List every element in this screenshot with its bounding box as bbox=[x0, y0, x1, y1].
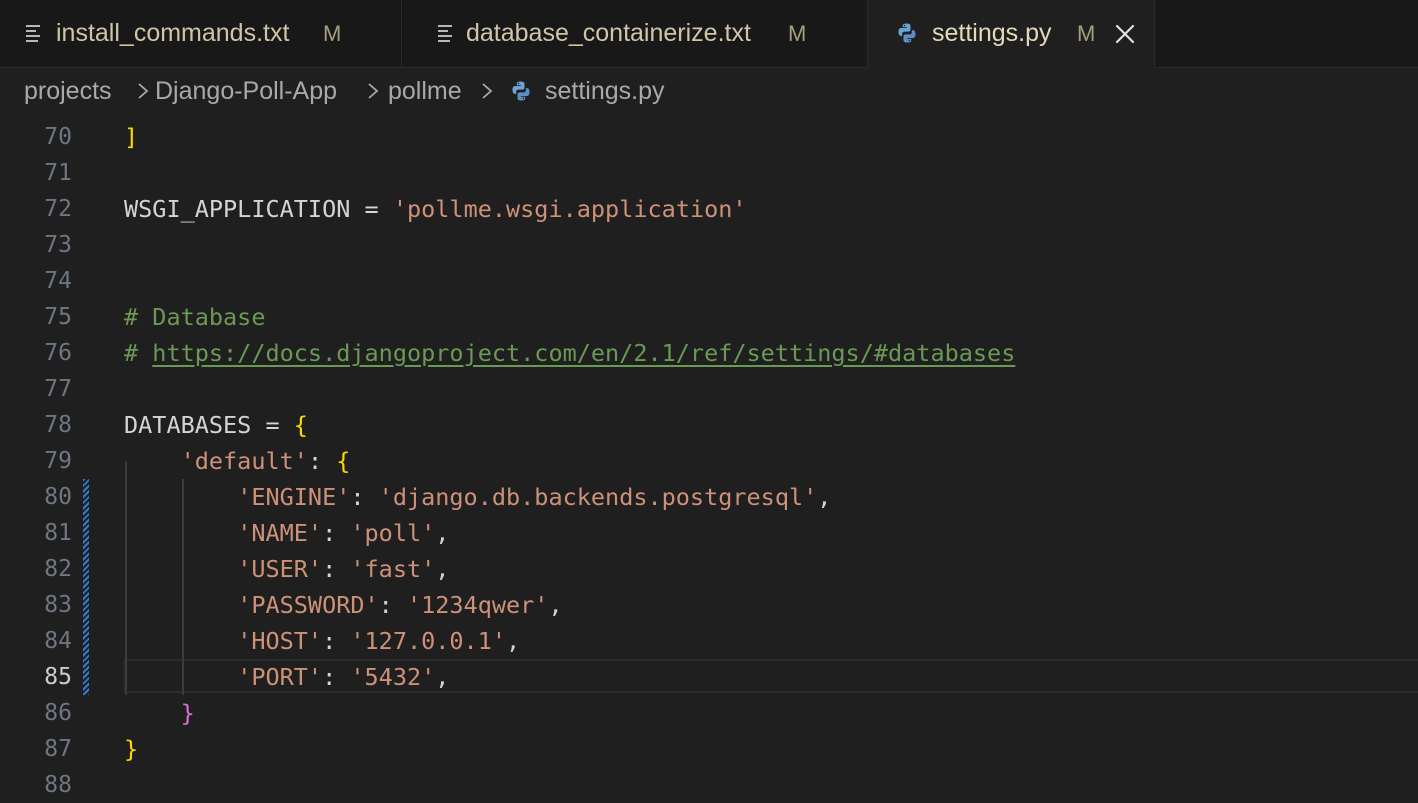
code-line[interactable]: 81 'NAME': 'poll', bbox=[0, 515, 1418, 551]
code-line[interactable]: 77 bbox=[0, 371, 1418, 407]
code-line[interactable]: 82 'USER': 'fast', bbox=[0, 551, 1418, 587]
code-line[interactable]: 87} bbox=[0, 731, 1418, 767]
line-number: 71 bbox=[44, 160, 72, 186]
line-code: 'NAME': 'poll', bbox=[237, 519, 450, 547]
tab-label: database_containerize.txt bbox=[466, 19, 751, 47]
line-number: 87 bbox=[44, 736, 72, 762]
line-number: 75 bbox=[44, 304, 72, 330]
tab-bar: install_commands.txt M database_containe… bbox=[0, 0, 1418, 68]
tab-database-containerize[interactable]: database_containerize.txt M bbox=[402, 0, 868, 67]
tab-label: settings.py bbox=[932, 19, 1052, 47]
text-file-icon bbox=[436, 22, 458, 44]
code-line[interactable]: 79 'default': { bbox=[0, 443, 1418, 479]
modified-indicator: M bbox=[323, 21, 342, 46]
line-number: 88 bbox=[44, 772, 72, 798]
line-code: 'HOST': '127.0.0.1', bbox=[237, 627, 521, 655]
python-file-icon bbox=[512, 81, 530, 101]
breadcrumb-settings-py[interactable]: settings.py bbox=[545, 68, 665, 114]
code-line[interactable]: 86 } bbox=[0, 695, 1418, 731]
code-line[interactable]: 88 bbox=[0, 767, 1418, 803]
breadcrumb-projects[interactable]: projects bbox=[24, 68, 112, 114]
line-number: 77 bbox=[44, 376, 72, 402]
line-number: 76 bbox=[44, 340, 72, 366]
code-line[interactable]: 70] bbox=[0, 119, 1418, 155]
chevron-right-icon bbox=[482, 83, 493, 99]
modified-indicator: M bbox=[788, 21, 807, 46]
line-code: DATABASES = { bbox=[124, 411, 308, 439]
line-number: 86 bbox=[44, 700, 72, 726]
line-code: 'PORT': '5432', bbox=[237, 663, 450, 691]
line-number: 80 bbox=[44, 484, 72, 510]
code-line[interactable]: 75 # Database bbox=[0, 299, 1418, 335]
line-number: 85 bbox=[44, 664, 72, 690]
line-code: # https://docs.djangoproject.com/en/2.1/… bbox=[124, 339, 1016, 367]
code-line[interactable]: 78 DATABASES = { bbox=[0, 407, 1418, 443]
code-line[interactable]: 80 'ENGINE': 'django.db.backends.postgre… bbox=[0, 479, 1418, 515]
code-line[interactable]: 85 'PORT': '5432', bbox=[0, 659, 1418, 695]
line-code: 'USER': 'fast', bbox=[237, 555, 450, 583]
code-line[interactable]: 73 bbox=[0, 227, 1418, 263]
line-number: 74 bbox=[44, 268, 72, 294]
text-file-icon bbox=[24, 22, 46, 44]
line-code: } bbox=[124, 735, 139, 763]
code-line[interactable]: 84 'HOST': '127.0.0.1', bbox=[0, 623, 1418, 659]
line-number: 70 bbox=[44, 124, 72, 150]
line-number: 81 bbox=[44, 520, 72, 546]
tab-install-commands[interactable]: install_commands.txt M bbox=[0, 0, 402, 67]
line-number: 83 bbox=[44, 592, 72, 618]
line-number: 82 bbox=[44, 556, 72, 582]
line-number: 78 bbox=[44, 412, 72, 438]
line-code: 'default': { bbox=[180, 447, 351, 475]
line-code: # Database bbox=[124, 303, 266, 331]
code-line[interactable]: 74 bbox=[0, 263, 1418, 299]
code-line[interactable]: 72 WSGI_APPLICATION = 'pollme.wsgi.applic… bbox=[0, 191, 1418, 227]
line-number: 84 bbox=[44, 628, 72, 654]
python-file-icon bbox=[898, 23, 916, 43]
tab-settings-py[interactable]: settings.py M bbox=[868, 0, 1155, 68]
code-editor[interactable]: 70] 71 72 WSGI_APPLICATION = 'pollme.wsgi.a… bbox=[0, 119, 1418, 802]
code-line[interactable]: 83 'PASSWORD': '1234qwer', bbox=[0, 587, 1418, 623]
tab-label: install_commands.txt bbox=[56, 19, 290, 47]
breadcrumb-django-poll-app[interactable]: Django-Poll-App bbox=[155, 68, 337, 114]
line-code: 'PASSWORD': '1234qwer', bbox=[237, 591, 563, 619]
line-code: } bbox=[180, 699, 195, 727]
code-line[interactable]: 71 bbox=[0, 155, 1418, 191]
code-line[interactable]: 76 # https://docs.djangoproject.com/en/2.… bbox=[0, 335, 1418, 371]
close-icon[interactable] bbox=[1113, 22, 1137, 46]
line-code: WSGI_APPLICATION = 'pollme.wsgi.applicat… bbox=[124, 195, 747, 223]
modified-indicator: M bbox=[1077, 21, 1096, 46]
breadcrumb-pollme[interactable]: pollme bbox=[388, 68, 462, 114]
line-code: ] bbox=[124, 123, 139, 151]
breadcrumb: projects Django-Poll-App pollme settings… bbox=[0, 68, 1418, 114]
line-code: 'ENGINE': 'django.db.backends.postgresql… bbox=[237, 483, 832, 511]
chevron-right-icon bbox=[138, 83, 149, 99]
line-number: 79 bbox=[44, 448, 72, 474]
chevron-right-icon bbox=[368, 83, 379, 99]
line-number: 72 bbox=[44, 196, 72, 222]
line-number: 73 bbox=[44, 232, 72, 258]
